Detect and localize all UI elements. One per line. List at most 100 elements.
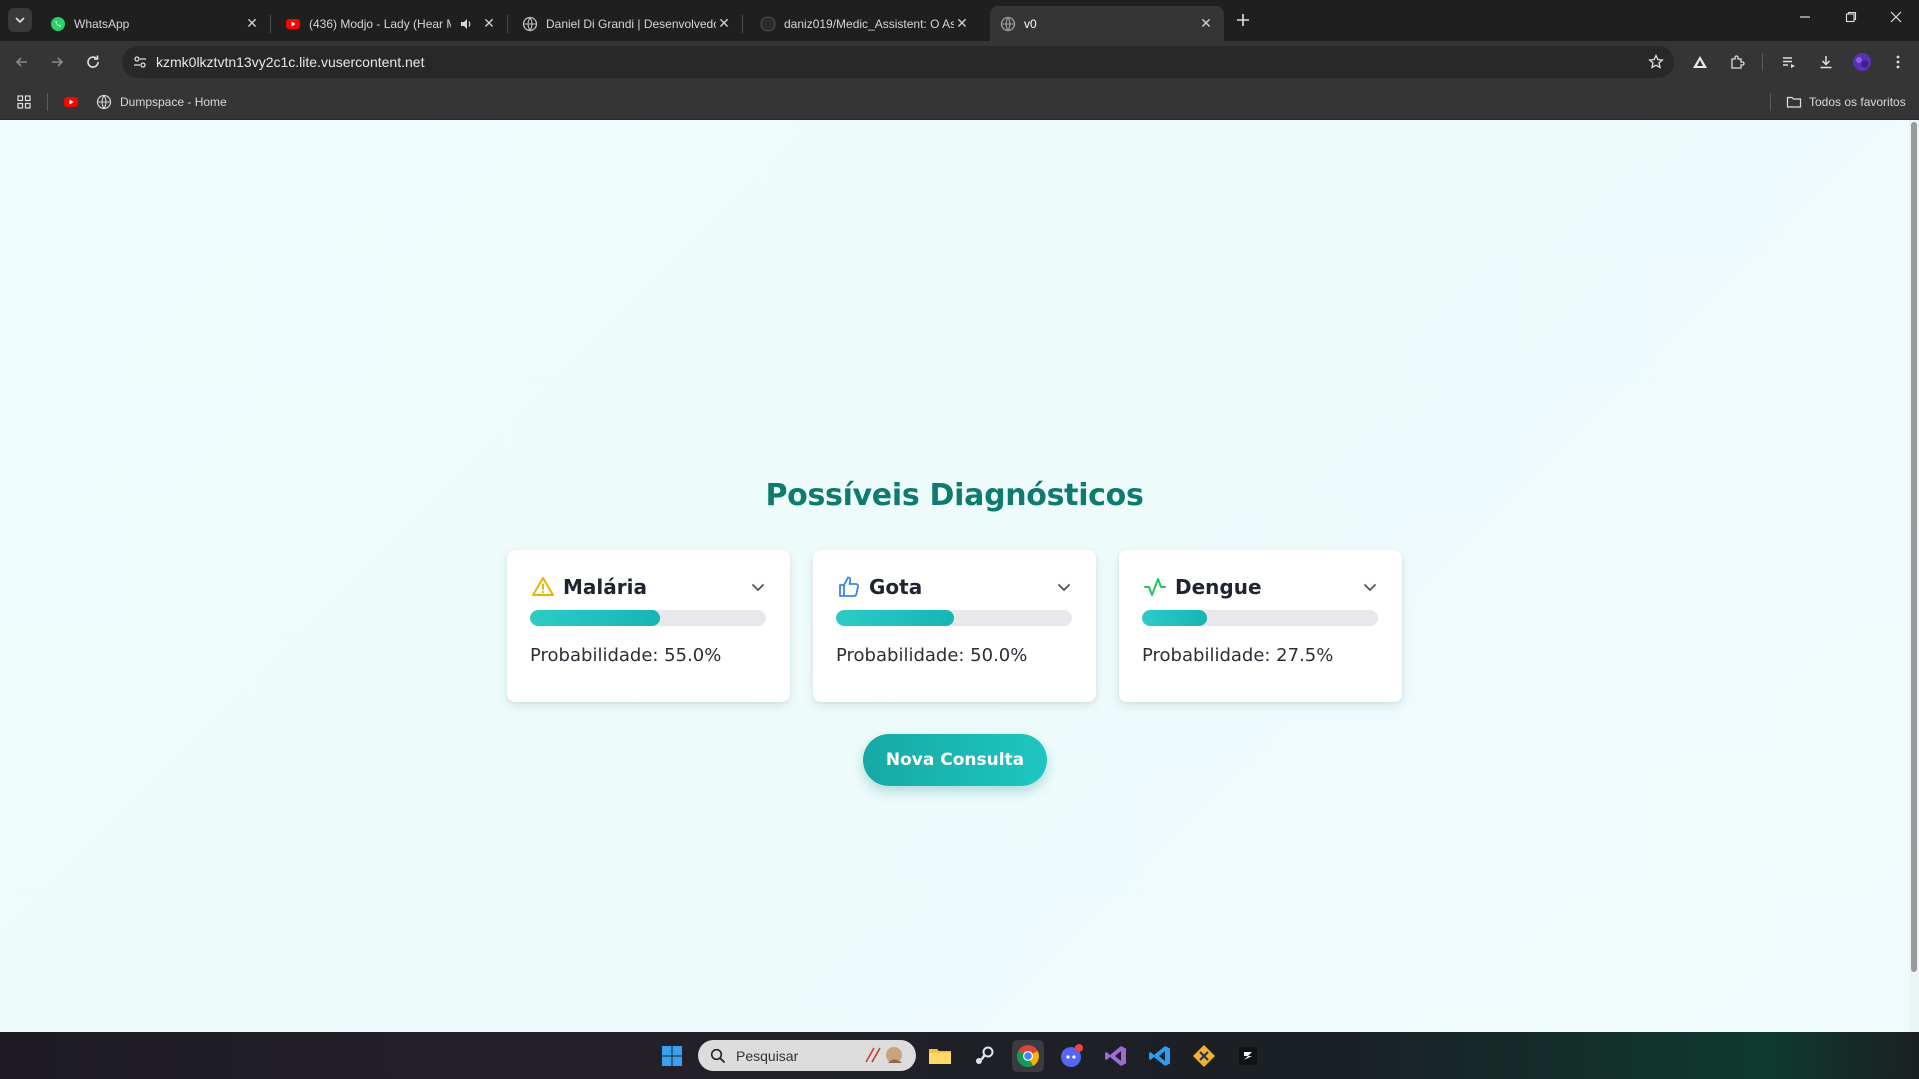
address-bar[interactable]: kzmk0lkztvtn13vy2c1c.lite.vusercontent.n…	[122, 46, 1674, 78]
menu-button[interactable]	[1886, 50, 1910, 74]
probability-text: Probabilidade: 55.0%	[530, 645, 722, 666]
search-highlight-icon	[865, 1047, 902, 1063]
globe-icon	[522, 16, 538, 32]
folder-icon	[1786, 96, 1802, 108]
activity-icon	[1142, 574, 1168, 600]
github-icon	[760, 16, 776, 32]
search-icon	[710, 1048, 726, 1063]
taskbar-steam[interactable]	[968, 1040, 1000, 1072]
new-tab-button[interactable]	[1230, 8, 1256, 32]
bookmark-youtube[interactable]	[63, 92, 79, 112]
back-button[interactable]	[10, 50, 34, 74]
tab-youtube[interactable]: (436) Modjo - Lady (Hear M ✕	[275, 6, 508, 41]
new-consult-button[interactable]: Nova Consulta	[863, 734, 1047, 786]
site-info-icon[interactable]	[130, 52, 150, 72]
scrollbar-thumb[interactable]	[1911, 122, 1917, 972]
chevron-down-icon[interactable]	[1360, 577, 1380, 597]
extension-triangle-icon[interactable]	[1688, 50, 1712, 74]
tab-strip: WhatsApp ✕ (436) Modjo - Lady (Hear M ✕ …	[0, 0, 1919, 41]
bookmarks-bar: Dumpspace - Home Todos os favoritos	[0, 83, 1919, 120]
browser-toolbar: kzmk0lkztvtn13vy2c1c.lite.vusercontent.n…	[0, 41, 1919, 83]
tab-v0[interactable]: v0 ✕	[990, 6, 1224, 41]
tab-title: Daniel Di Grandi | Desenvolvedo	[546, 16, 716, 31]
youtube-icon	[64, 97, 78, 107]
arrow-right-icon	[52, 57, 64, 67]
diagnosis-name: Dengue	[1175, 575, 1262, 599]
taskbar-git-tool[interactable]	[1188, 1040, 1220, 1072]
profile-avatar[interactable]	[1850, 50, 1874, 74]
probability-bar-fill	[1142, 610, 1207, 626]
arrow-left-icon	[15, 57, 27, 67]
start-button[interactable]	[656, 1040, 688, 1072]
url-text[interactable]: kzmk0lkztvtn13vy2c1c.lite.vusercontent.n…	[156, 54, 424, 70]
reload-button[interactable]	[81, 50, 105, 74]
diagnosis-name: Gota	[869, 575, 923, 599]
tab-search-button[interactable]	[8, 8, 32, 32]
diagnosis-card[interactable]: Gota Probabilidade: 50.0%	[813, 550, 1096, 702]
scrollbar[interactable]	[1909, 120, 1919, 1032]
vscode-icon	[1149, 1046, 1170, 1066]
tab-whatsapp[interactable]: WhatsApp ✕	[40, 6, 271, 41]
taskbar-terminal-app[interactable]	[1232, 1040, 1264, 1072]
close-icon[interactable]: ✕	[244, 15, 260, 32]
apps-button[interactable]	[16, 92, 32, 112]
media-queue-icon[interactable]	[1777, 50, 1801, 74]
chrome-icon	[1017, 1045, 1039, 1068]
bookmark-separator	[47, 93, 48, 111]
close-icon[interactable]: ✕	[716, 15, 732, 32]
taskbar-visual-studio[interactable]	[1100, 1040, 1132, 1072]
thumbs-up-icon	[836, 574, 862, 600]
bookmark-separator	[1770, 93, 1771, 111]
card-header[interactable]: Gota	[836, 572, 1074, 602]
download-icon[interactable]	[1814, 50, 1838, 74]
page-content: Possíveis Diagnósticos Malária Probabili…	[0, 120, 1919, 1032]
diagnosis-card[interactable]: Dengue Probabilidade: 27.5%	[1119, 550, 1402, 702]
taskbar-file-explorer[interactable]	[924, 1040, 956, 1072]
probability-bar	[836, 610, 1072, 626]
bookmark-label: Dumpspace - Home	[120, 95, 227, 109]
taskbar-search[interactable]: Pesquisar	[698, 1040, 916, 1071]
close-icon[interactable]: ✕	[481, 15, 497, 32]
all-bookmarks-button[interactable]: Todos os favoritos	[1786, 92, 1906, 112]
more-vertical-icon	[1896, 55, 1900, 69]
probability-bar	[530, 610, 766, 626]
diagnosis-name: Malária	[563, 575, 647, 599]
speaker-icon[interactable]	[459, 17, 473, 31]
restore-button[interactable]	[1828, 0, 1874, 34]
chevron-down-icon[interactable]	[1054, 577, 1074, 597]
probability-bar-fill	[530, 610, 660, 626]
globe-icon	[96, 94, 112, 110]
diagnosis-card[interactable]: Malária Probabilidade: 55.0%	[507, 550, 790, 702]
forward-button[interactable]	[45, 50, 69, 74]
close-icon[interactable]: ✕	[954, 15, 970, 32]
probability-text: Probabilidade: 50.0%	[836, 645, 1028, 666]
bookmark-dumpspace[interactable]: Dumpspace - Home	[96, 92, 227, 112]
card-header[interactable]: Malária	[530, 572, 768, 602]
taskbar-vscode[interactable]	[1144, 1040, 1176, 1072]
warning-icon	[530, 574, 556, 600]
youtube-icon	[285, 16, 301, 32]
tab-separator	[507, 15, 508, 33]
taskbar-discord[interactable]	[1056, 1040, 1088, 1072]
window-close-button[interactable]	[1873, 0, 1919, 34]
diagnosis-cards: Malária Probabilidade: 55.0% Gota Probab…	[507, 550, 1403, 702]
extensions-icon[interactable]	[1725, 50, 1749, 74]
avatar-icon	[1853, 53, 1871, 71]
card-header[interactable]: Dengue	[1142, 572, 1380, 602]
minimize-button[interactable]	[1782, 0, 1828, 34]
tab-github[interactable]: daniz019/Medic_Assistent: O As ✕	[750, 6, 980, 41]
tab-portfolio[interactable]: Daniel Di Grandi | Desenvolvedo ✕	[512, 6, 743, 41]
reload-icon	[87, 55, 99, 68]
windows-logo-icon	[662, 1046, 682, 1066]
globe-icon	[1000, 16, 1016, 32]
app-icon	[1239, 1047, 1257, 1065]
star-icon[interactable]	[1646, 52, 1666, 72]
all-bookmarks-label: Todos os favoritos	[1809, 95, 1906, 109]
taskbar-chrome[interactable]	[1012, 1040, 1044, 1072]
close-icon[interactable]: ✕	[1198, 15, 1214, 32]
probability-text: Probabilidade: 27.5%	[1142, 645, 1334, 666]
tab-title: (436) Modjo - Lady (Hear M	[309, 16, 451, 31]
folder-icon	[929, 1049, 951, 1064]
page-title: Possíveis Diagnósticos	[765, 478, 1144, 513]
chevron-down-icon[interactable]	[748, 577, 768, 597]
